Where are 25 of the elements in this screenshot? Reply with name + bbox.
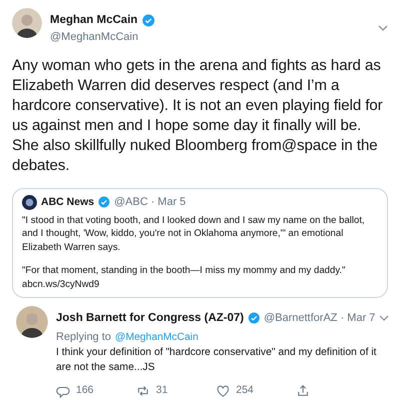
author-handle[interactable]: @MeghanMcCain xyxy=(50,29,370,46)
author-name[interactable]: ABC News xyxy=(41,196,94,209)
quoted-tweet-card[interactable] xyxy=(12,188,388,298)
reply-icon[interactable] xyxy=(56,384,70,398)
tweet-meta: @BarnettforAZ · Mar 7 xyxy=(264,311,376,326)
avatar[interactable] xyxy=(16,306,48,338)
quote-text: "For that moment, standing in the booth—I miss my mommy and my daddy." xyxy=(22,264,346,278)
tweet-meta: @ABC · Mar 5 xyxy=(114,196,186,209)
author-name[interactable]: Meghan McCain xyxy=(50,12,138,30)
tweet-text: Any woman who gets in the arena and fights as hard as Elizabeth Warren did deserves respect (and I’m a hardcore conservative). It is not an even playing field for us against men and I hope some day it finally will be. She also skillfully nuked Bloomberg from@space in the debates. xyxy=(12,56,384,176)
like-icon[interactable] xyxy=(216,384,230,398)
action-count: 31 xyxy=(156,383,168,398)
author-name[interactable]: Josh Barnett for Congress (AZ-07) xyxy=(56,310,244,327)
quote-text: "I stood in that voting booth, and I looked down and I saw my name on the ballot, and I thought, 'Wow, kiddo, you're not in Oklahoma anymore,'" an emotional Elizabeth Warren says. xyxy=(22,214,366,254)
share-icon[interactable] xyxy=(296,384,310,398)
reply-text: I think your definition of "hardcore conservative" and my definition of it are not the same...JS xyxy=(56,346,378,376)
action-count: 166 xyxy=(76,383,94,398)
action-count: 254 xyxy=(236,383,254,398)
replying-label: Replying to xyxy=(56,331,112,344)
retweet-icon[interactable] xyxy=(136,384,150,398)
chevron-down-icon[interactable] xyxy=(379,315,390,322)
chevron-down-icon[interactable] xyxy=(378,24,388,31)
logo-icon xyxy=(22,194,37,210)
link[interactable]: abcn.ws/3cyNwd9 xyxy=(22,278,378,292)
avatar[interactable] xyxy=(12,8,42,38)
